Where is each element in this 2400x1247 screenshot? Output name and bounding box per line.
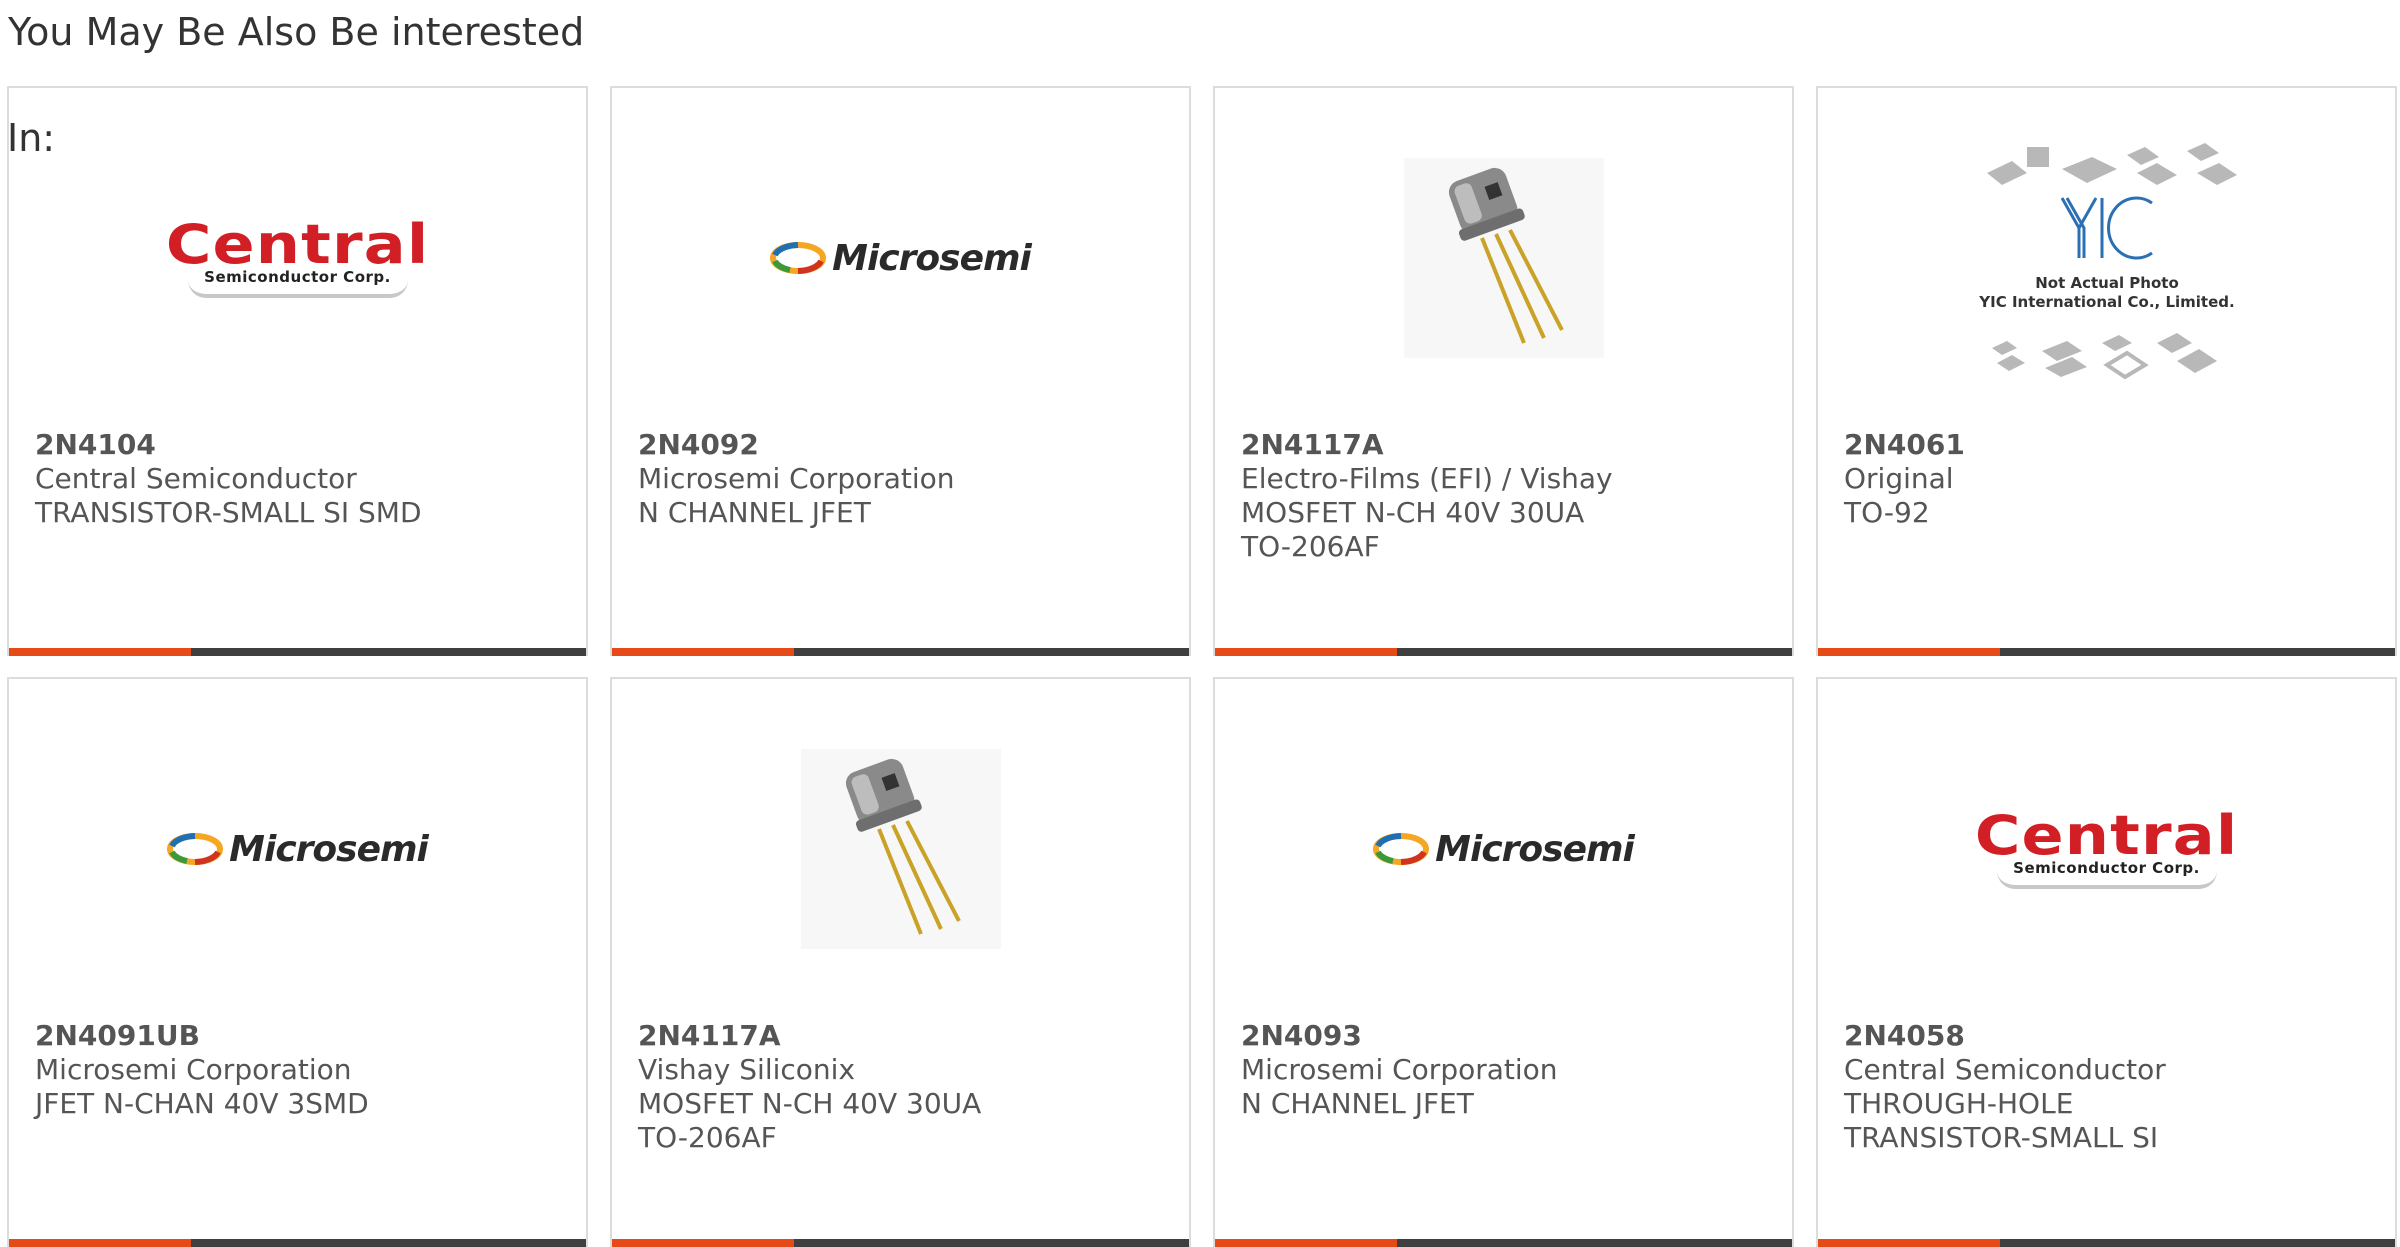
product-image[interactable]: Microsemi (612, 128, 1189, 388)
description: TO-92 (1844, 496, 1930, 529)
part-number[interactable]: 2N4091UB (35, 1019, 426, 1053)
description: TRANSISTOR-SMALL SI SMD (35, 496, 422, 529)
card-bottom-bar (1215, 648, 1792, 656)
svg-text:Not Actual Photo: Not Actual Photo (2035, 274, 2179, 292)
product-image[interactable] (612, 719, 1189, 979)
manufacturer: Original (1844, 462, 1954, 495)
transistor-photo (800, 749, 1001, 949)
not-actual-photo-placeholder: Not Actual Photo YIC International Co., … (1967, 133, 2247, 383)
central-logo: Central Semiconductor Corp. (1975, 809, 2237, 889)
product-card[interactable]: Not Actual Photo YIC International Co., … (1816, 86, 2397, 656)
product-card[interactable]: 2N4117A Vishay Siliconix MOSFET N-CH 40V… (610, 677, 1191, 1247)
microsemi-logo: Microsemi (770, 238, 1032, 279)
section-title: You May Be Also Be interested (8, 10, 585, 54)
product-card[interactable]: Microsemi 2N4092 Microsemi Corporation N… (610, 86, 1191, 656)
product-image[interactable] (1215, 128, 1792, 388)
product-grid: In: Central Semiconductor Corp. 2N4104 C… (7, 86, 2397, 1247)
product-card[interactable]: Microsemi 2N4091UB Microsemi Corporation… (7, 677, 588, 1247)
product-image[interactable]: Central Semiconductor Corp. (1818, 719, 2395, 979)
product-card[interactable]: In: Central Semiconductor Corp. 2N4104 C… (7, 86, 588, 656)
product-card[interactable]: Central Semiconductor Corp. 2N4058 Centr… (1816, 677, 2397, 1247)
card-bottom-bar (612, 1239, 1189, 1247)
product-image[interactable]: Central Semiconductor Corp. (9, 128, 586, 388)
part-number[interactable]: 2N4061 (1844, 428, 2235, 462)
product-card[interactable]: Microsemi 2N4093 Microsemi Corporation N… (1213, 677, 1794, 1247)
manufacturer: Microsemi Corporation (1241, 1053, 1558, 1086)
card-bottom-bar (1818, 648, 2395, 656)
microsemi-logo: Microsemi (167, 829, 429, 870)
description: JFET N-CHAN 40V 3SMD (35, 1087, 369, 1120)
microsemi-logo: Microsemi (1373, 829, 1635, 870)
manufacturer: Electro-Films (EFI) / Vishay (1241, 462, 1613, 495)
manufacturer: Microsemi Corporation (35, 1053, 352, 1086)
part-number[interactable]: 2N4058 (1844, 1019, 2235, 1053)
manufacturer: Central Semiconductor (35, 462, 357, 495)
description: N CHANNEL JFET (1241, 1087, 1474, 1120)
product-image[interactable]: Microsemi (1215, 719, 1792, 979)
svg-text:YIC International Co., Limited: YIC International Co., Limited. (1978, 293, 2234, 311)
manufacturer: Central Semiconductor (1844, 1053, 2166, 1086)
description: MOSFET N-CH 40V 30UA TO-206AF (638, 1087, 982, 1154)
description: N CHANNEL JFET (638, 496, 871, 529)
part-number[interactable]: 2N4093 (1241, 1019, 1632, 1053)
card-bottom-bar (9, 1239, 586, 1247)
card-bottom-bar (1818, 1239, 2395, 1247)
product-image[interactable]: Microsemi (9, 719, 586, 979)
product-image[interactable]: Not Actual Photo YIC International Co., … (1818, 128, 2395, 388)
central-logo: Central Semiconductor Corp. (166, 218, 428, 298)
manufacturer: Microsemi Corporation (638, 462, 955, 495)
part-number[interactable]: 2N4117A (1241, 428, 1632, 462)
description: THROUGH-HOLE TRANSISTOR-SMALL SI (1844, 1087, 2159, 1154)
card-bottom-bar (1215, 1239, 1792, 1247)
card-bottom-bar (612, 648, 1189, 656)
description: MOSFET N-CH 40V 30UA TO-206AF (1241, 496, 1585, 563)
part-number[interactable]: 2N4104 (35, 428, 426, 462)
part-number[interactable]: 2N4092 (638, 428, 1029, 462)
card-bottom-bar (9, 648, 586, 656)
transistor-photo (1403, 158, 1604, 358)
manufacturer: Vishay Siliconix (638, 1053, 856, 1086)
part-number[interactable]: 2N4117A (638, 1019, 1029, 1053)
product-card[interactable]: 2N4117A Electro-Films (EFI) / Vishay MOS… (1213, 86, 1794, 656)
